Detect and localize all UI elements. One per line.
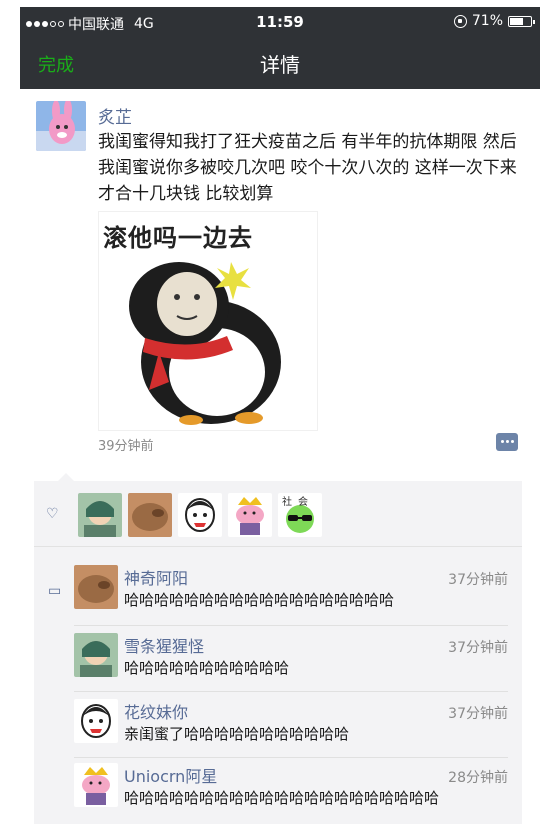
commenter-avatar[interactable]: [74, 699, 118, 743]
like-avatar[interactable]: [128, 493, 172, 537]
comment-time: 37分钟前: [448, 706, 508, 722]
commenter-avatar[interactable]: [74, 565, 118, 609]
comment-divider: [74, 625, 508, 626]
like-avatar-badge: 社会: [282, 497, 314, 508]
like-avatar[interactable]: [178, 493, 222, 537]
like-avatar[interactable]: [228, 493, 272, 537]
battery-percent: 71%: [471, 13, 503, 29]
like-avatar[interactable]: [78, 493, 122, 537]
like-avatar[interactable]: 社会: [278, 493, 322, 537]
commenter-name[interactable]: 神奇阿阳: [124, 565, 188, 589]
comment-text[interactable]: 哈哈哈哈哈哈哈哈哈哈哈: [124, 657, 498, 679]
comment-text[interactable]: 哈哈哈哈哈哈哈哈哈哈哈哈哈哈哈哈哈哈: [124, 589, 498, 611]
commenter-name[interactable]: 雪条猩猩怪: [124, 633, 204, 657]
comment-time: 37分钟前: [448, 572, 508, 588]
interactions-panel: ♡ 社会 ▭ 神奇阿阳 37分钟前 哈哈哈哈哈哈哈哈哈哈哈哈哈哈哈哈哈哈 雪条猩…: [34, 473, 522, 824]
commenter-name[interactable]: 花纹妹你: [124, 699, 188, 723]
comment-text[interactable]: 哈哈哈哈哈哈哈哈哈哈哈哈哈哈哈哈哈哈哈哈哈: [124, 787, 498, 809]
comment-icon: ▭: [48, 583, 62, 599]
commenter-avatar[interactable]: [74, 763, 118, 807]
commenter-name[interactable]: Uniocrn阿星: [124, 763, 217, 787]
post-image[interactable]: 滚他吗一边去: [98, 211, 318, 431]
comment-text[interactable]: 亲闺蜜了哈哈哈哈哈哈哈哈哈哈哈: [124, 723, 498, 745]
panel-arrow: [58, 473, 74, 481]
commenter-avatar[interactable]: [74, 633, 118, 677]
comment-time: 28分钟前: [448, 770, 508, 786]
comment-time: 37分钟前: [448, 640, 508, 656]
heart-icon: ♡: [46, 506, 59, 522]
status-right: 71%: [453, 13, 535, 29]
post-text: 我闺蜜得知我打了狂犬疫苗之后 有半年的抗体期限 然后我闺蜜说你多被咬几次吧 咬个…: [98, 132, 517, 204]
author-avatar[interactable]: [36, 101, 86, 151]
comment-divider: [74, 757, 508, 758]
phone-screen: 中国联通 4G 11:59 71% 完成 详情 炙芷 我闺蜜得知我打了狂犬疫苗之…: [20, 7, 540, 824]
rotation-lock-icon: [453, 14, 467, 28]
comment-divider: [74, 691, 508, 692]
battery-icon: [508, 15, 535, 27]
nav-bar: 完成 详情: [20, 37, 540, 89]
comment-action-button[interactable]: [496, 433, 518, 451]
status-bar: 中国联通 4G 11:59 71%: [20, 7, 540, 37]
likes-row: ♡ 社会: [34, 481, 522, 547]
author-name[interactable]: 炙芷: [98, 103, 132, 128]
post-time: 39分钟前: [98, 439, 154, 454]
page-title: 详情: [260, 53, 300, 77]
